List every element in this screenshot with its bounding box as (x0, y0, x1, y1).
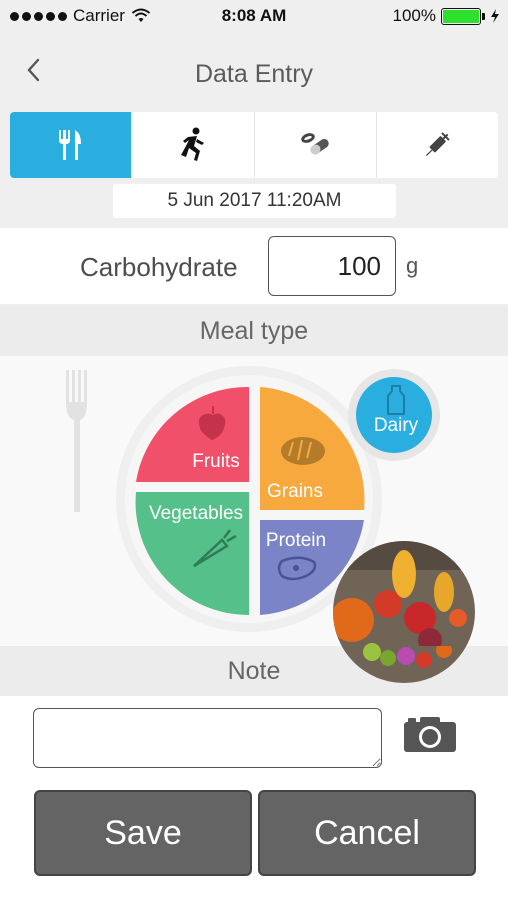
carbohydrate-input[interactable] (268, 236, 396, 296)
segment-dairy-label: Dairy (374, 415, 419, 436)
carbohydrate-label: Carbohydrate (80, 252, 238, 282)
navigation-bar: Data Entry (0, 34, 508, 104)
camera-icon[interactable] (402, 714, 458, 754)
segment-vegetables-label: Vegetables (149, 503, 243, 524)
carbohydrate-unit: g (406, 253, 419, 278)
segment-vegetables[interactable]: Vegetables (135, 492, 249, 616)
cancel-button[interactable]: Cancel (258, 790, 476, 876)
status-bar: Carrier 8:08 AM 100% (0, 0, 508, 34)
battery-info: 100% (393, 6, 500, 26)
meal-plate: Fruits Grains Vegetables Protein Dairy (66, 366, 475, 648)
tab-exercise[interactable] (132, 112, 255, 178)
carbohydrate-row: Carbohydrate g (0, 228, 508, 304)
entry-type-tabs (10, 112, 498, 178)
battery-percent: 100% (392, 6, 436, 25)
syringe-icon (426, 132, 451, 157)
battery-icon (441, 7, 485, 25)
meal-type-header: Meal type (0, 306, 508, 356)
segment-grains[interactable]: Grains (260, 387, 365, 510)
fork-knife-icon (58, 130, 81, 160)
page-title: Data Entry (194, 60, 314, 88)
charging-icon (491, 9, 499, 23)
entry-datetime[interactable]: 5 Jun 2017 11:20AM (113, 184, 396, 218)
meal-type-area: Fruits Grains Vegetables Protein Dairy (0, 356, 508, 648)
action-buttons: Save Cancel (0, 786, 508, 900)
segment-protein-label: Protein (266, 530, 326, 551)
segment-fruits-label: Fruits (192, 451, 240, 472)
segment-dairy[interactable]: Dairy (348, 369, 440, 461)
tab-medication[interactable] (255, 112, 377, 178)
fork-decoration-icon (66, 370, 87, 512)
save-button[interactable]: Save (34, 790, 252, 876)
bread-icon (281, 437, 325, 465)
note-input[interactable] (33, 708, 382, 768)
tab-insulin[interactable] (377, 112, 498, 178)
pills-icon (301, 133, 329, 155)
tab-meal[interactable] (10, 112, 133, 178)
note-row (0, 696, 508, 786)
running-icon (180, 127, 204, 161)
food-photo-overlap (333, 646, 475, 683)
segment-grains-label: Grains (267, 481, 323, 502)
